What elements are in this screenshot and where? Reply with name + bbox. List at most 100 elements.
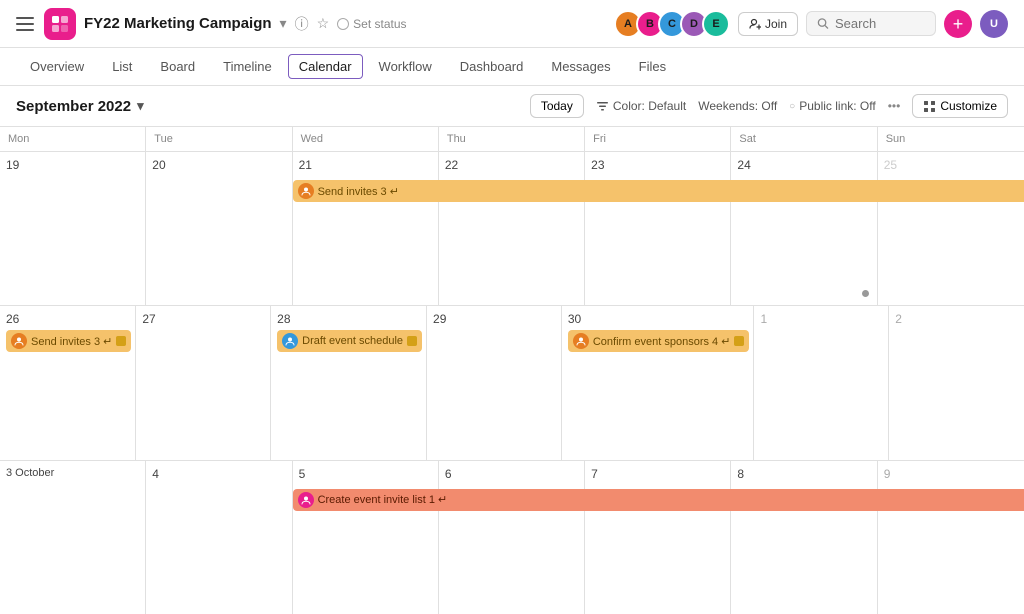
event-end-dot <box>116 336 126 346</box>
cal-cell-sep29: 29 <box>427 306 562 459</box>
event-end-dot <box>734 336 744 346</box>
tab-overview[interactable]: Overview <box>16 51 98 84</box>
day-number: 28 <box>277 312 422 326</box>
cal-cell-sep22: 22 <box>439 152 585 305</box>
search-icon <box>817 17 829 30</box>
month-title[interactable]: September 2022 ▾ <box>16 98 144 115</box>
calendar-main: Mon Tue Wed Thu Fri Sat Sun 19 20 21 <box>0 127 1024 614</box>
day-number: 9 <box>884 467 1020 481</box>
day-number: 26 <box>6 312 131 326</box>
chevron-down-icon[interactable]: ▾ <box>280 15 287 32</box>
tab-board[interactable]: Board <box>146 51 209 84</box>
cal-cell-oct3: 3 October <box>0 461 146 614</box>
day-number: 23 <box>591 158 726 172</box>
day-number: 5 <box>299 467 434 481</box>
header-thu: Thu <box>439 127 585 151</box>
search-bar[interactable] <box>806 11 936 36</box>
cal-cell-sep20: 20 <box>146 152 292 305</box>
cal-cell-oct4: 4 <box>146 461 292 614</box>
public-link-toggle[interactable]: ○ Public link: Off <box>789 99 876 113</box>
day-number: 27 <box>142 312 266 326</box>
event-send-invites-1[interactable]: Send invites 3 ↵ <box>293 180 1024 202</box>
cal-cell-sep21: 21 Send invites 3 ↵ <box>293 152 439 305</box>
header-sun: Sun <box>878 127 1024 151</box>
cal-cell-sep26: 26 Send invites 3 ↵ <box>0 306 136 459</box>
star-icon[interactable]: ☆ <box>317 15 330 32</box>
menu-icon[interactable] <box>16 14 36 34</box>
search-input[interactable] <box>835 16 925 31</box>
weekends-toggle[interactable]: Weekends: Off <box>698 99 777 113</box>
tab-list[interactable]: List <box>98 51 146 84</box>
cal-cell-oct7: 7 <box>585 461 731 614</box>
event-avatar <box>282 333 298 349</box>
event-label: Draft event schedule <box>302 335 403 347</box>
more-options-button[interactable]: ••• <box>888 99 901 113</box>
event-avatar <box>573 333 589 349</box>
status-circle-icon <box>337 18 349 30</box>
event-label: Confirm event sponsors 4 ↵ <box>593 335 731 348</box>
grid-icon <box>923 100 936 113</box>
cal-cell-sep28: 28 Draft event schedule <box>271 306 427 459</box>
day-number: 24 <box>737 158 872 172</box>
header-fri: Fri <box>585 127 731 151</box>
tab-dashboard[interactable]: Dashboard <box>446 51 538 84</box>
tab-calendar[interactable]: Calendar <box>288 54 363 79</box>
event-label: Create event invite list 1 ↵ <box>318 493 1020 506</box>
toolbar-right: Today Color: Default Weekends: Off ○ Pub… <box>530 94 1008 118</box>
cal-cell-sep27: 27 <box>136 306 271 459</box>
month-chevron-icon: ▾ <box>137 98 144 114</box>
cal-cell-sep30: 30 Confirm event sponsors 4 ↵ <box>562 306 755 459</box>
event-avatar <box>11 333 27 349</box>
event-create-invite-list[interactable]: Create event invite list 1 ↵ <box>293 489 1024 511</box>
cal-cell-oct6: 6 <box>439 461 585 614</box>
day-number: 6 <box>445 467 580 481</box>
event-confirm-sponsors[interactable]: Confirm event sponsors 4 ↵ <box>568 330 750 352</box>
dot-indicator <box>862 290 869 297</box>
today-button[interactable]: Today <box>530 94 584 118</box>
cal-cell-oct1: 1 <box>754 306 889 459</box>
color-filter[interactable]: Color: Default <box>596 99 686 113</box>
tab-workflow[interactable]: Workflow <box>365 51 446 84</box>
avatar-group: A B C D E <box>614 10 730 38</box>
day-number: 4 <box>152 467 287 481</box>
nav-tabs: Overview List Board Timeline Calendar Wo… <box>0 48 1024 86</box>
calendar-toolbar: September 2022 ▾ Today Color: Default We… <box>0 86 1024 127</box>
day-number: 19 <box>6 158 141 172</box>
customize-button[interactable]: Customize <box>912 94 1008 118</box>
top-bar: FY22 Marketing Campaign ▾ ⓘ ☆ Set status… <box>0 0 1024 48</box>
cal-cell-oct2: 2 <box>889 306 1024 459</box>
cal-cell-sep19: 19 <box>0 152 146 305</box>
tab-timeline[interactable]: Timeline <box>209 51 286 84</box>
calendar-header: Mon Tue Wed Thu Fri Sat Sun <box>0 127 1024 152</box>
event-label: Send invites 3 ↵ <box>318 185 1020 198</box>
info-icon[interactable]: ⓘ <box>295 14 309 34</box>
calendar-body: 19 20 21 Send invites 3 ↵ 22 <box>0 152 1024 614</box>
filter-icon <box>596 100 609 113</box>
calendar-grid: Mon Tue Wed Thu Fri Sat Sun 19 20 21 <box>0 127 1024 614</box>
day-number: 25 <box>884 158 1020 172</box>
tab-messages[interactable]: Messages <box>537 51 624 84</box>
event-send-invites-2[interactable]: Send invites 3 ↵ <box>6 330 131 352</box>
event-label: Send invites 3 ↵ <box>31 335 112 348</box>
day-number: 20 <box>152 158 287 172</box>
day-number: 2 <box>895 312 1020 326</box>
cal-week-1: 19 20 21 Send invites 3 ↵ 22 <box>0 152 1024 306</box>
event-avatar <box>298 492 314 508</box>
join-icon <box>749 18 761 30</box>
tab-files[interactable]: Files <box>625 51 680 84</box>
cal-cell-oct5: 5 Create event invite list 1 ↵ <box>293 461 439 614</box>
day-number: 7 <box>591 467 726 481</box>
set-status[interactable]: Set status <box>337 17 406 31</box>
cal-cell-sep25: 25 <box>878 152 1024 305</box>
user-avatar[interactable]: U <box>980 10 1008 38</box>
event-avatar <box>298 183 314 199</box>
day-number: 22 <box>445 158 580 172</box>
day-number: 30 <box>568 312 750 326</box>
cal-cell-oct8: 8 <box>731 461 877 614</box>
header-sat: Sat <box>731 127 877 151</box>
app-logo <box>44 8 76 40</box>
add-button[interactable]: + <box>944 10 972 38</box>
join-button[interactable]: Join <box>738 12 798 36</box>
event-draft-schedule[interactable]: Draft event schedule <box>277 330 422 352</box>
avatar[interactable]: E <box>702 10 730 38</box>
